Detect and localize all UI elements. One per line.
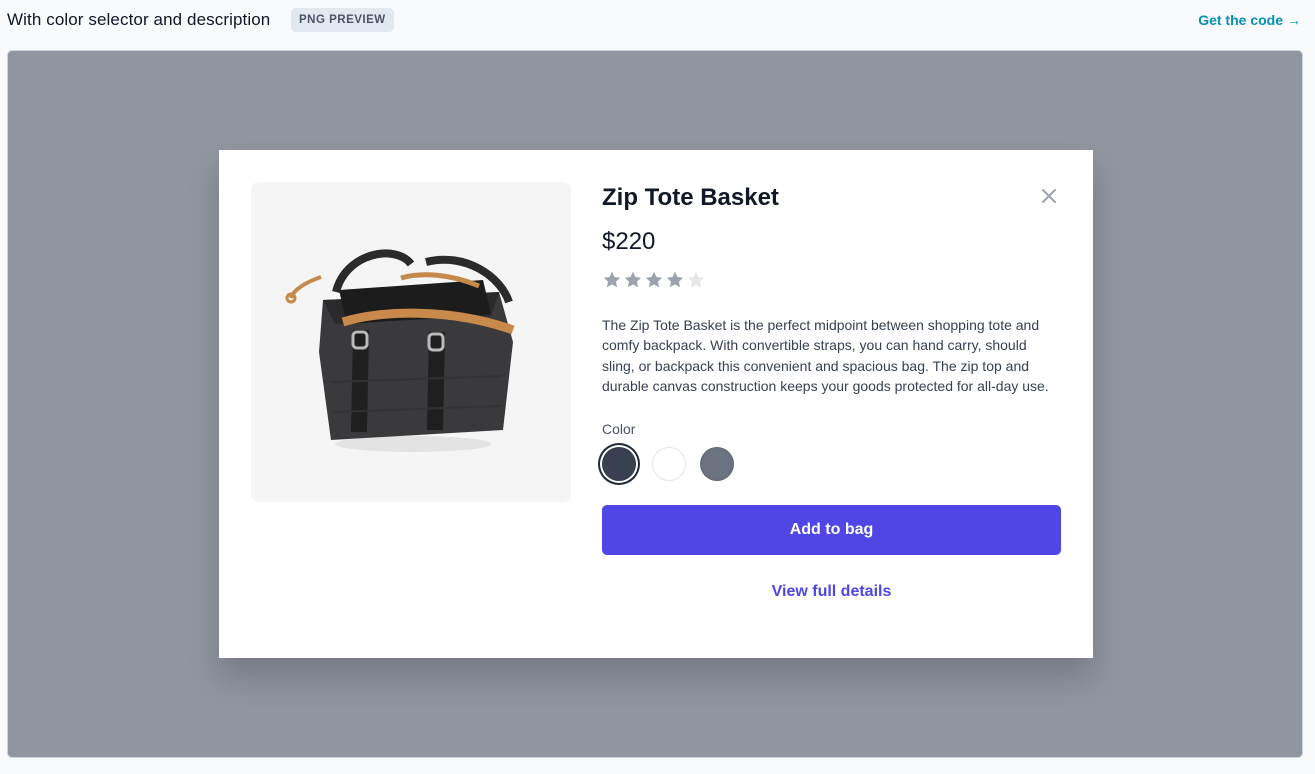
get-code-link[interactable]: Get the code → (1198, 12, 1301, 28)
star-icon (645, 271, 663, 288)
page-title: With color selector and description (7, 10, 271, 29)
get-code-label: Get the code (1198, 12, 1283, 28)
star-icon (687, 271, 705, 288)
arrow-right-icon: → (1287, 12, 1301, 28)
color-swatch[interactable] (602, 447, 636, 482)
preview-badge: PNG PREVIEW (291, 8, 394, 32)
color-selector (602, 447, 1061, 482)
product-name: Zip Tote Basket (602, 184, 779, 211)
color-label: Color (602, 421, 636, 438)
color-swatch[interactable] (700, 447, 734, 482)
product-description: The Zip Tote Basket is the perfect midpo… (602, 317, 1049, 394)
rating-stars (602, 270, 1061, 290)
quick-view-modal: Zip Tote Basket $220 The Zip Tote Basket… (219, 150, 1093, 658)
preview-stage: Zip Tote Basket $220 The Zip Tote Basket… (7, 50, 1303, 758)
tote-bag-illustration (251, 182, 571, 502)
star-icon (666, 271, 684, 288)
product-image (251, 182, 571, 502)
preview-header: With color selector and description PNG … (0, 0, 1315, 42)
color-swatch[interactable] (652, 447, 686, 482)
view-full-details-link[interactable]: View full details (602, 583, 1061, 601)
star-icon (603, 271, 621, 288)
product-info: Zip Tote Basket $220 The Zip Tote Basket… (602, 182, 1061, 601)
product-price: $220 (602, 228, 656, 255)
add-to-bag-button[interactable]: Add to bag (602, 505, 1061, 556)
star-icon (624, 271, 642, 288)
